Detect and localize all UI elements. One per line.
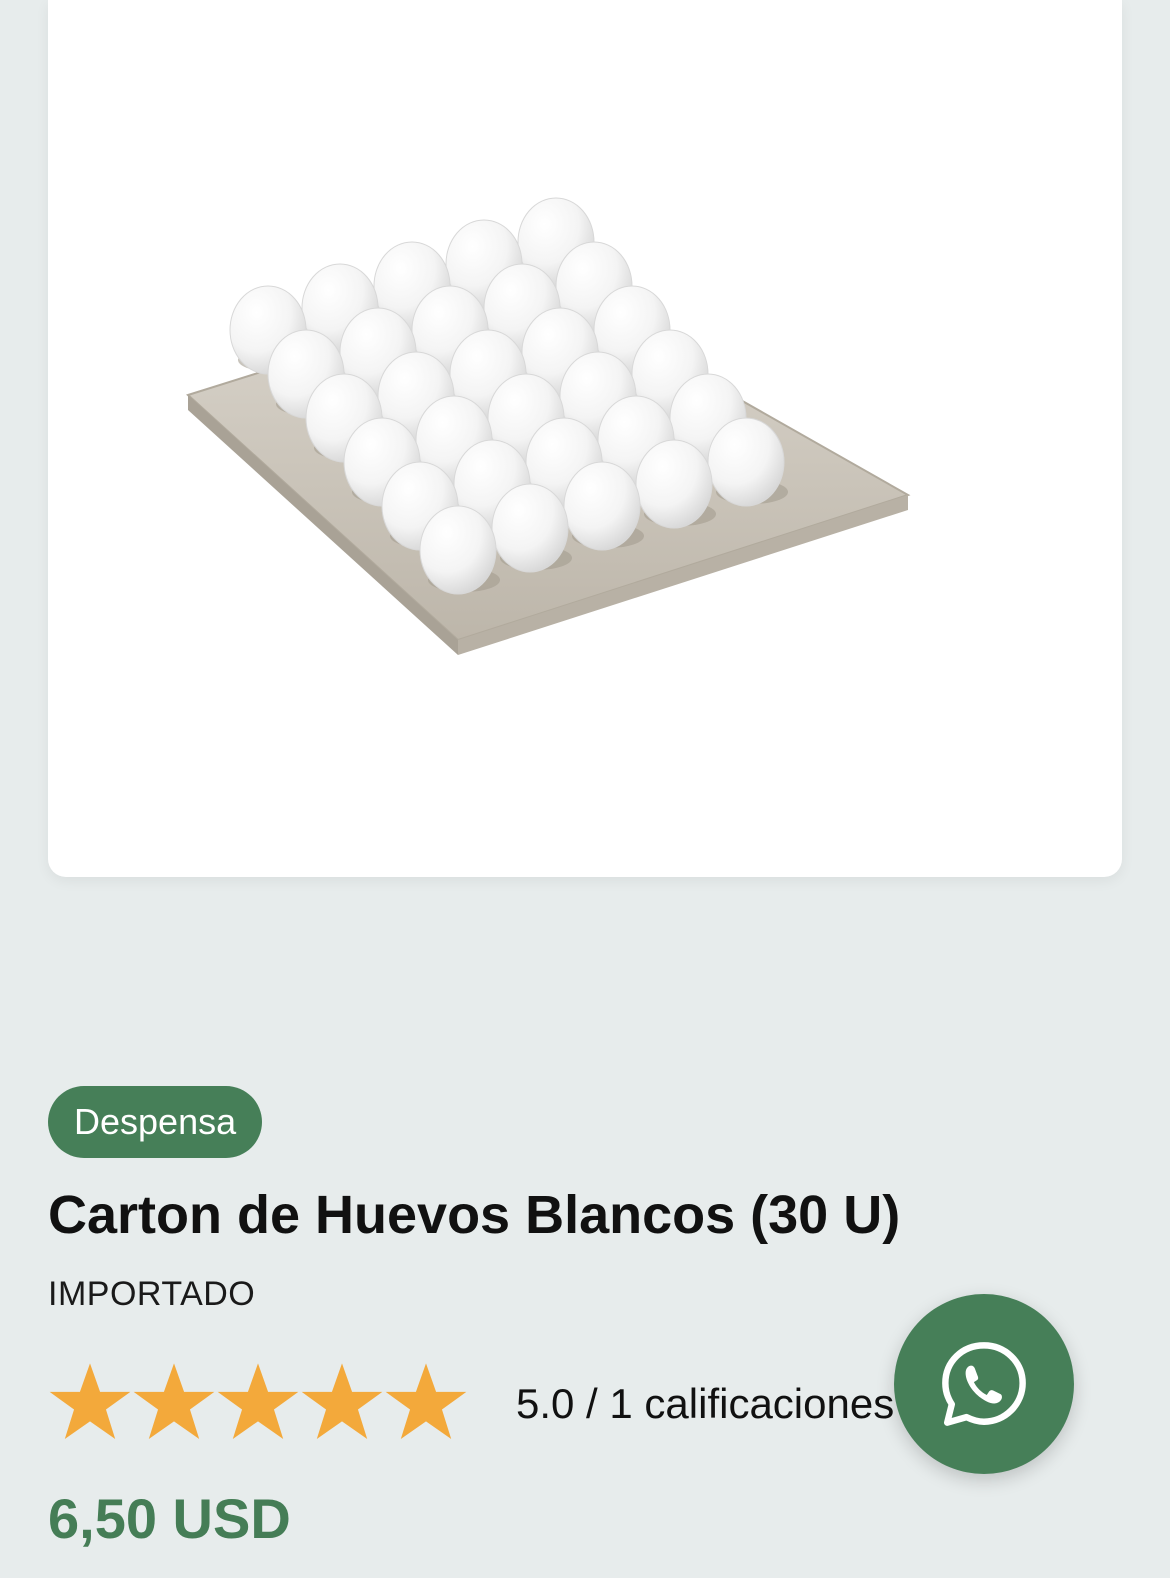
product-price: 6,50 USD <box>48 1487 291 1550</box>
product-image <box>186 197 911 655</box>
star-icon <box>385 1363 467 1439</box>
star-icon <box>133 1363 215 1439</box>
product-brand: IMPORTADO <box>48 1275 256 1313</box>
rating-text: 5.0 / 1 calificaciones <box>516 1380 895 1427</box>
product-image-card[interactable] <box>48 0 1122 877</box>
product-page: Despensa Carton de Huevos Blancos (30 U)… <box>0 0 1170 1578</box>
star-icon <box>49 1363 131 1439</box>
star-icon <box>217 1363 299 1439</box>
star-icon <box>301 1363 383 1439</box>
whatsapp-button[interactable] <box>894 1294 1074 1474</box>
whatsapp-icon <box>942 1342 1026 1426</box>
rating-stars <box>48 1360 468 1444</box>
category-chip[interactable]: Despensa <box>48 1086 263 1158</box>
product-title: Carton de Huevos Blancos (30 U) <box>48 1185 901 1245</box>
